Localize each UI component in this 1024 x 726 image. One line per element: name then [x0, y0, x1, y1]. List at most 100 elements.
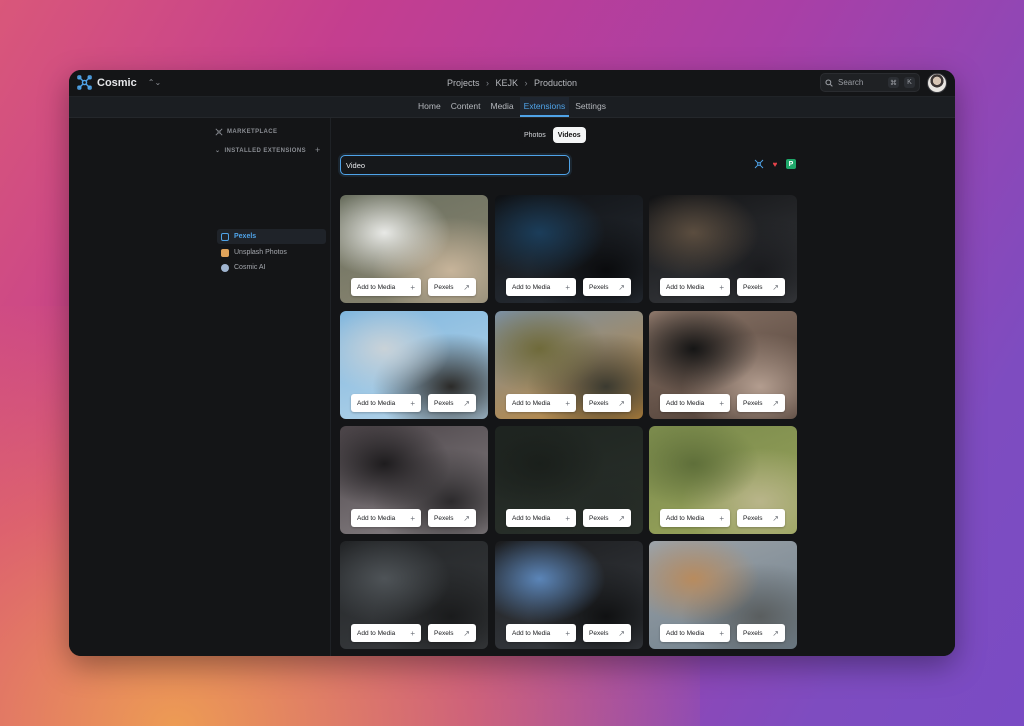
add-to-media-button[interactable]: Add to Media +: [351, 624, 421, 642]
search-label: Search: [838, 78, 864, 87]
tab-media[interactable]: Media: [487, 97, 518, 117]
result-card[interactable]: Add to Media + Pexels ↗: [340, 311, 488, 419]
result-card[interactable]: Add to Media + Pexels ↗: [340, 195, 488, 303]
sidebar-item-unsplash-photos[interactable]: Unsplash Photos: [217, 245, 326, 260]
title-bar: Cosmic ⌃⌄ Projects › KEJK › Production S…: [69, 70, 955, 96]
tab-extensions[interactable]: Extensions: [519, 97, 570, 117]
card-actions: Add to Media + Pexels ↗: [506, 278, 631, 296]
open-pexels-button[interactable]: Pexels ↗: [583, 624, 631, 642]
result-card[interactable]: Add to Media + Pexels ↗: [649, 195, 797, 303]
open-pexels-label: Pexels: [589, 629, 609, 637]
add-to-media-button[interactable]: Add to Media +: [660, 278, 730, 296]
open-pexels-label: Pexels: [589, 399, 609, 407]
plus-icon: +: [719, 398, 724, 408]
breadcrumb-kejk[interactable]: KEJK: [495, 78, 518, 88]
chevron-right-icon: ›: [524, 78, 528, 88]
add-to-media-label: Add to Media: [666, 629, 705, 637]
tab-home[interactable]: Home: [414, 97, 445, 117]
tab-photos[interactable]: Photos: [519, 127, 551, 143]
cosmic-ai-icon: [221, 263, 229, 272]
search-input[interactable]: Video: [340, 155, 570, 175]
open-pexels-label: Pexels: [589, 514, 609, 522]
open-pexels-label: Pexels: [434, 283, 454, 291]
open-pexels-button[interactable]: Pexels ↗: [583, 509, 631, 527]
sidebar-item-label: Cosmic AI: [234, 264, 266, 271]
marketplace-link[interactable]: MARKETPLACE: [215, 128, 277, 136]
add-to-media-button[interactable]: Add to Media +: [506, 278, 576, 296]
add-to-media-button[interactable]: Add to Media +: [506, 394, 576, 412]
add-to-media-button[interactable]: Add to Media +: [660, 394, 730, 412]
result-card[interactable]: Add to Media + Pexels ↗: [495, 426, 643, 534]
result-card[interactable]: Add to Media + Pexels ↗: [649, 426, 797, 534]
tab-settings[interactable]: Settings: [571, 97, 610, 117]
card-actions: Add to Media + Pexels ↗: [351, 394, 476, 412]
result-card[interactable]: Add to Media + Pexels ↗: [495, 541, 643, 649]
open-pexels-button[interactable]: Pexels ↗: [737, 624, 785, 642]
breadcrumb-projects[interactable]: Projects: [447, 78, 480, 88]
add-to-media-button[interactable]: Add to Media +: [660, 624, 730, 642]
add-to-media-button[interactable]: Add to Media +: [351, 509, 421, 527]
plus-icon: +: [719, 628, 724, 638]
plus-icon: +: [410, 398, 415, 408]
open-pexels-button[interactable]: Pexels ↗: [428, 394, 476, 412]
add-to-media-button[interactable]: Add to Media +: [506, 624, 576, 642]
add-to-media-label: Add to Media: [512, 399, 551, 407]
cosmic-icon[interactable]: [754, 159, 764, 169]
tab-content[interactable]: Content: [447, 97, 485, 117]
plus-icon: +: [410, 628, 415, 638]
result-card[interactable]: Add to Media + Pexels ↗: [340, 426, 488, 534]
sidebar-item-cosmic-ai[interactable]: Cosmic AI: [217, 260, 326, 275]
open-pexels-button[interactable]: Pexels ↗: [737, 394, 785, 412]
add-to-media-button[interactable]: Add to Media +: [506, 509, 576, 527]
add-to-media-button[interactable]: Add to Media +: [351, 278, 421, 296]
open-pexels-button[interactable]: Pexels ↗: [428, 624, 476, 642]
add-to-media-label: Add to Media: [512, 629, 551, 637]
card-actions: Add to Media + Pexels ↗: [660, 624, 785, 642]
plus-icon: +: [565, 628, 570, 638]
sidebar-item-label: Pexels: [234, 233, 257, 240]
pexels-icon[interactable]: P: [786, 159, 796, 169]
card-actions: Add to Media + Pexels ↗: [660, 394, 785, 412]
card-actions: Add to Media + Pexels ↗: [506, 509, 631, 527]
add-extension-icon[interactable]: +: [315, 145, 320, 155]
add-to-media-button[interactable]: Add to Media +: [660, 509, 730, 527]
card-actions: Add to Media + Pexels ↗: [506, 624, 631, 642]
add-to-media-button[interactable]: Add to Media +: [351, 394, 421, 412]
card-actions: Add to Media + Pexels ↗: [351, 509, 476, 527]
open-pexels-button[interactable]: Pexels ↗: [737, 278, 785, 296]
open-pexels-label: Pexels: [434, 399, 454, 407]
installed-extensions-toggle[interactable]: ⌄ INSTALLED EXTENSIONS: [215, 147, 306, 155]
heart-icon[interactable]: ♥: [770, 159, 780, 169]
marketplace-icon: [215, 128, 223, 136]
add-to-media-label: Add to Media: [666, 283, 705, 291]
open-pexels-button[interactable]: Pexels ↗: [583, 278, 631, 296]
open-pexels-label: Pexels: [743, 283, 763, 291]
sidebar: MARKETPLACE ⌄ INSTALLED EXTENSIONS + Pex…: [69, 118, 331, 656]
card-actions: Add to Media + Pexels ↗: [660, 509, 785, 527]
add-to-media-label: Add to Media: [357, 399, 396, 407]
result-card[interactable]: Add to Media + Pexels ↗: [649, 541, 797, 649]
result-card[interactable]: Add to Media + Pexels ↗: [495, 195, 643, 303]
open-pexels-label: Pexels: [434, 514, 454, 522]
result-card[interactable]: Add to Media + Pexels ↗: [495, 311, 643, 419]
breadcrumb-production[interactable]: Production: [534, 78, 577, 88]
result-card[interactable]: Add to Media + Pexels ↗: [340, 541, 488, 649]
external-link-icon: ↗: [772, 513, 779, 523]
card-actions: Add to Media + Pexels ↗: [351, 624, 476, 642]
sidebar-item-pexels[interactable]: Pexels: [217, 229, 326, 244]
open-pexels-label: Pexels: [743, 514, 763, 522]
open-pexels-button[interactable]: Pexels ↗: [737, 509, 785, 527]
open-pexels-label: Pexels: [434, 629, 454, 637]
extension-panel: Photos Videos Video ♥ P Add to Media + Pex…: [332, 118, 955, 656]
open-pexels-label: Pexels: [589, 283, 609, 291]
open-pexels-button[interactable]: Pexels ↗: [583, 394, 631, 412]
global-search[interactable]: Search ⌘ K: [820, 73, 920, 92]
open-pexels-button[interactable]: Pexels ↗: [428, 509, 476, 527]
open-pexels-button[interactable]: Pexels ↗: [428, 278, 476, 296]
plus-icon: +: [565, 398, 570, 408]
marketplace-label: MARKETPLACE: [227, 129, 278, 135]
tab-videos[interactable]: Videos: [552, 127, 586, 143]
add-to-media-label: Add to Media: [357, 514, 396, 522]
result-card[interactable]: Add to Media + Pexels ↗: [649, 311, 797, 419]
avatar[interactable]: [927, 73, 947, 93]
